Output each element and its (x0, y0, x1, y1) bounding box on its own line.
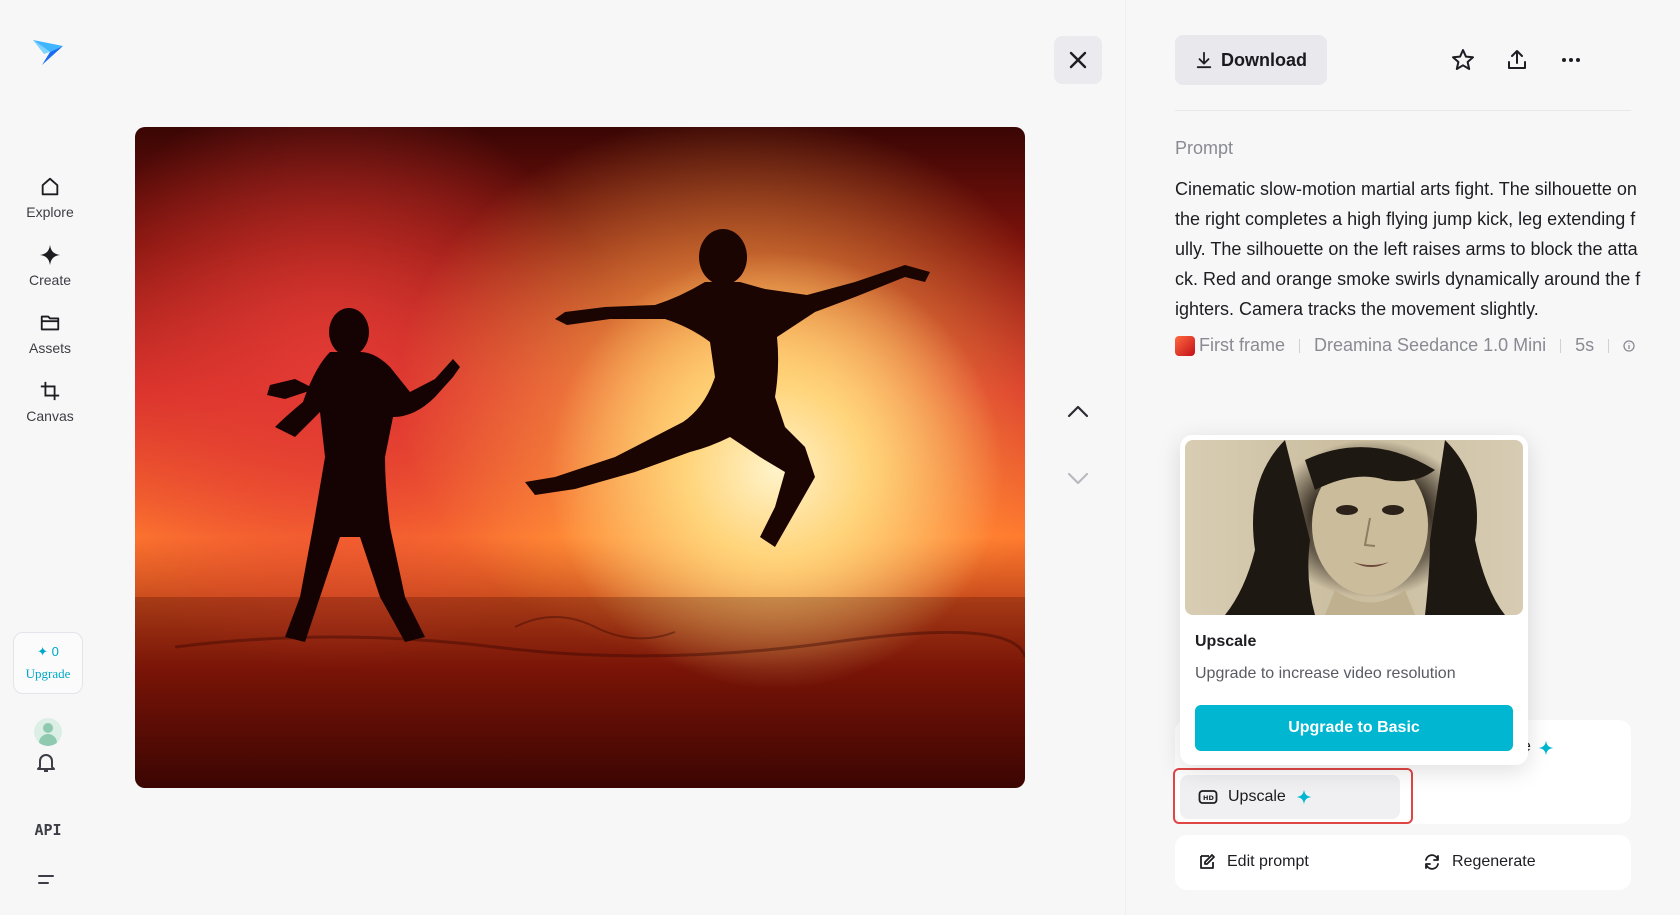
sparkle-icon (1538, 740, 1554, 756)
chevron-up-icon (1067, 405, 1089, 418)
sparkle-icon: ✦ (37, 644, 49, 659)
model-label: Dreamina Seedance 1.0 Mini (1314, 335, 1547, 355)
edit-prompt-button[interactable]: Edit prompt (1197, 852, 1309, 872)
first-frame-label[interactable]: First frame (1199, 335, 1285, 356)
regenerate-button[interactable]: Regenerate (1422, 852, 1536, 872)
sidebar-item-label: Create (28, 272, 72, 288)
folder-icon (40, 315, 60, 331)
avatar[interactable] (34, 718, 62, 746)
close-icon (1069, 51, 1087, 69)
close-button[interactable] (1054, 36, 1102, 84)
menu-icon[interactable] (34, 868, 58, 892)
app-logo[interactable] (30, 32, 66, 68)
chevron-down-icon (1067, 472, 1089, 485)
star-icon (1452, 49, 1474, 70)
download-button[interactable]: Download (1175, 35, 1327, 85)
duration-label: 5s (1575, 335, 1595, 355)
refresh-icon (1425, 854, 1439, 870)
popover-description: Upgrade to increase video resolution (1195, 665, 1456, 682)
previous-button[interactable] (1062, 395, 1094, 427)
sidebar-item-explore[interactable]: Explore (0, 176, 100, 220)
regenerate-label: Regenerate (1452, 853, 1536, 870)
download-icon (1196, 51, 1212, 69)
credit-count: ✦ 0 (37, 644, 59, 659)
credits-upgrade-button[interactable]: ✦ 0 Upgrade (13, 632, 83, 694)
sidebar-item-label: Explore (26, 204, 74, 220)
home-icon (41, 177, 59, 196)
sidebar-item-label: Assets (28, 340, 71, 356)
api-link[interactable]: API (0, 821, 96, 839)
sidebar-item-label: Canvas (26, 408, 74, 424)
upgrade-to-basic-button[interactable]: Upgrade to Basic (1195, 705, 1513, 751)
generated-video-preview[interactable] (135, 127, 1025, 788)
share-icon (1508, 50, 1526, 69)
next-button[interactable] (1062, 463, 1094, 495)
bell-icon[interactable] (34, 750, 58, 774)
sparkle-icon (39, 244, 61, 266)
prompt-text: Cinematic slow-motion martial arts fight… (1175, 179, 1641, 319)
upscale-preview-image (1185, 440, 1523, 615)
crop-icon (40, 381, 60, 401)
sidebar: Explore Create Assets Canvas ✦ 0 Upgrade… (0, 0, 100, 915)
upscale-popover: Upscale Upgrade to increase video resolu… (1180, 435, 1528, 765)
upscale-highlight-box (1173, 768, 1413, 824)
fighters-silhouette-image (135, 229, 1025, 788)
first-frame-thumbnail (1175, 335, 1195, 356)
edit-icon (1200, 854, 1215, 869)
share-button[interactable] (1503, 46, 1531, 74)
sidebar-item-assets[interactable]: Assets (0, 312, 100, 356)
prompt-label: Prompt (1175, 138, 1234, 158)
download-label: Download (1221, 49, 1307, 70)
info-icon[interactable] (1623, 339, 1635, 352)
upgrade-label: Upgrade (25, 666, 71, 681)
panel-divider (1125, 0, 1126, 915)
generation-meta: First frame Dreamina Seedance 1.0 Mini 5… (1175, 335, 1635, 356)
favorite-button[interactable] (1449, 46, 1477, 74)
more-icon (1562, 58, 1580, 62)
more-options-button[interactable] (1557, 46, 1585, 74)
sidebar-item-canvas[interactable]: Canvas (0, 380, 100, 424)
sidebar-item-create[interactable]: Create (0, 244, 100, 288)
header-divider (1175, 110, 1631, 111)
edit-prompt-label: Edit prompt (1227, 853, 1309, 870)
popover-title: Upscale (1195, 633, 1257, 650)
